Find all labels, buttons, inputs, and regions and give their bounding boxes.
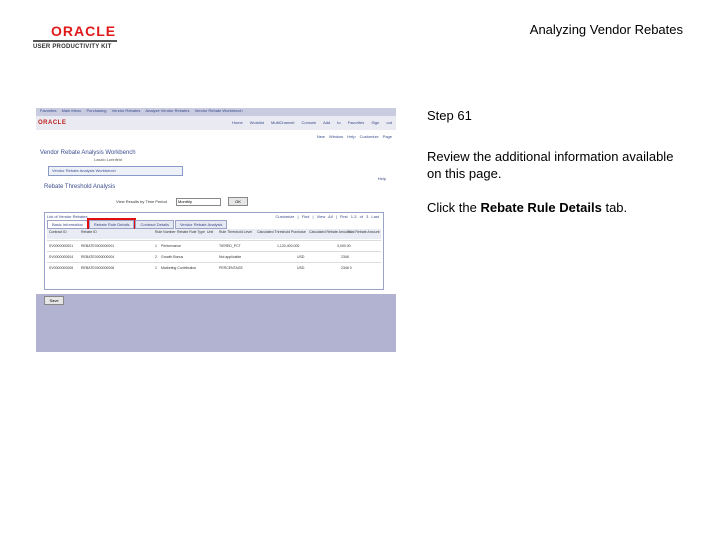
- workbench-title: Vendor Rebate Analysis Workbench: [40, 150, 136, 156]
- grid-column-headers: Contract ID Rebate ID Rule Number Rebate…: [47, 229, 381, 239]
- cell-rebate-id: REBATE0000000006: [81, 266, 115, 270]
- col-unit: Unit: [207, 230, 214, 234]
- step-instruction: Click the Rebate Rule Details tab.: [427, 200, 627, 215]
- utility-links[interactable]: New Window Help Customize Page: [317, 134, 392, 139]
- col-total-rebate: Total Rebate Amount: [347, 230, 380, 234]
- app-oracle-logo: ORACLE: [38, 120, 67, 126]
- nav-link-purchasing[interactable]: Purchasing: [87, 108, 107, 113]
- tab-contract-details[interactable]: Contract Details: [135, 220, 174, 229]
- grid-tabs: Basic Information Rebate Rule Details Cont…: [47, 218, 228, 231]
- app-brand-bar: ORACLE Home Worklist MultiChannel Consol…: [36, 116, 396, 130]
- nav-link-workbench[interactable]: Vendor Rebate Workbench: [195, 108, 243, 113]
- workbench-user: Laszlo Lorinfeld: [94, 157, 123, 162]
- ok-button[interactable]: OK: [228, 197, 248, 206]
- instruction-suffix: tab.: [601, 200, 628, 215]
- cell-threshold-level: PERCENTAGE: [219, 266, 243, 270]
- col-threshold-level: Rule Threshold Level: [219, 230, 253, 234]
- cell-contract-id[interactable]: SV0000000004: [49, 255, 73, 259]
- nav-link-analyze[interactable]: Analyze Vendor Rebates: [145, 108, 189, 113]
- grid-title: List of Vendor Rebates: [47, 214, 88, 219]
- col-contract-id: Contract ID: [49, 230, 67, 234]
- nav-link-main-menu[interactable]: Main Menu: [62, 108, 82, 113]
- nav-link-vendor-rebates[interactable]: Vendor Rebates: [112, 108, 141, 113]
- col-rule-type: Rebate Rule Type: [177, 230, 205, 234]
- cell-rebate-id: REBATE0000000001: [81, 244, 115, 248]
- cell-rebate-amount: 2346: [341, 255, 349, 259]
- time-period-label: View Results by Time Period: [116, 199, 167, 204]
- cell-threshold-level: Not applicable: [219, 255, 242, 259]
- cell-rule-type: Marketing Contribution: [161, 266, 197, 270]
- cell-rebate-id: REBATE0000000004: [81, 255, 115, 259]
- document-title: Analyzing Vendor Rebates: [529, 22, 683, 37]
- col-rebate-id: Rebate ID: [81, 230, 97, 234]
- save-button[interactable]: Save: [44, 296, 64, 305]
- oracle-logo-text: ORACLE: [51, 23, 117, 39]
- cell-rule-number: 2: [155, 255, 157, 259]
- grid-navigation[interactable]: Customize | Find | View All | First 1-3 …: [275, 214, 379, 219]
- cell-threshold-purchase: 1,120,400.000: [277, 244, 300, 248]
- table-row[interactable]: SV0000000006 REBATE0000000006 1 Marketin…: [47, 262, 381, 274]
- step-review-text: Review the additional information availa…: [427, 149, 674, 181]
- section-title: Rebate Threshold Analysis: [44, 184, 116, 190]
- app-page-content: New Window Help Customize Page Vendor Re…: [36, 130, 396, 305]
- instruction-prefix: Click the: [427, 200, 481, 215]
- oracle-upk-logo: ORACLE USER PRODUCTIVITY KIT: [33, 24, 123, 50]
- cell-contract-id[interactable]: SV0000000001: [49, 244, 73, 248]
- application-screenshot: Favorites Main Menu Purchasing Vendor Re…: [36, 108, 396, 352]
- upk-logo-text: USER PRODUCTIVITY KIT: [33, 44, 112, 50]
- instruction-target: Rebate Rule Details: [480, 200, 602, 215]
- workbench-nav-box[interactable]: Vendor Rebate Analysis Workbench: [48, 166, 183, 176]
- col-rule-number: Rule Number: [155, 230, 176, 234]
- cell-rebate-amount: 3,000.00: [337, 244, 351, 248]
- rebates-grid: List of Vendor Rebates Customize | Find …: [44, 212, 384, 290]
- nav-link-favorites[interactable]: Favorites: [40, 108, 56, 113]
- menu-breadcrumb-bar: Favorites Main Menu Purchasing Vendor Re…: [36, 108, 396, 116]
- cell-rebate-amount: 2346 0: [341, 266, 352, 270]
- tab-basic-information[interactable]: Basic Information: [47, 220, 88, 229]
- col-threshold-purchase: Calculated Threshold Purchase: [257, 230, 306, 234]
- header-links[interactable]: Home Worklist MultiChannel Console Add t…: [232, 120, 392, 125]
- cell-rule-number: 1: [155, 266, 157, 270]
- cell-currency: USD: [297, 266, 305, 270]
- time-period-select[interactable]: Monthly: [176, 198, 221, 206]
- cell-rule-type: Performance: [161, 244, 182, 248]
- logo-divider: [33, 40, 117, 42]
- step-label: Step 61: [427, 108, 472, 123]
- help-link[interactable]: Help: [378, 176, 386, 181]
- col-rebate-amount: Calculated Rebate Amount: [309, 230, 351, 234]
- cell-rule-type: Growth Bonus: [161, 255, 184, 259]
- tab-vendor-rebate-analysis[interactable]: Vendor Rebate Analysis: [174, 220, 228, 229]
- cell-contract-id[interactable]: SV0000000006: [49, 266, 73, 270]
- cell-threshold-level: TIERED_PCT: [219, 244, 241, 248]
- tab-rebate-rule-details[interactable]: Rebate Rule Details: [86, 218, 137, 231]
- cell-rule-number: 1: [155, 244, 157, 248]
- cell-currency: USD: [297, 255, 305, 259]
